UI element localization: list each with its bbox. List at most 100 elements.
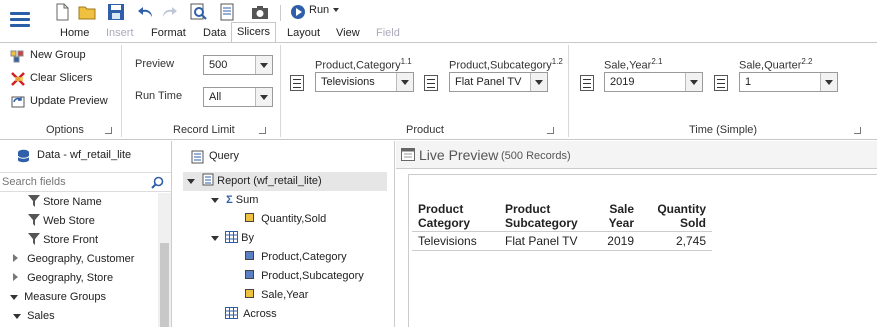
save-icon[interactable] — [107, 3, 125, 21]
tree-item-label: Web Store — [43, 215, 95, 227]
category-slicer-select[interactable]: Televisions — [315, 72, 414, 92]
table-cell: Flat Panel TV — [499, 231, 594, 251]
tree-item-sales[interactable]: Sales — [13, 307, 55, 326]
collapse-icon[interactable] — [211, 236, 219, 241]
menu-icon[interactable] — [10, 12, 30, 28]
query-panel-title: Query — [209, 150, 239, 162]
chevron-down-icon[interactable] — [685, 73, 702, 91]
subcategory-slicer-index: 1.2 — [551, 57, 563, 66]
query-by-node[interactable]: By — [211, 229, 254, 248]
new-group-button[interactable]: New Group — [30, 49, 86, 61]
tab-view[interactable]: View — [336, 24, 360, 42]
tab-home[interactable]: Home — [60, 24, 89, 42]
product-launcher-icon[interactable] — [547, 127, 554, 134]
table-row: Televisions Flat Panel TV 2019 2,745 — [412, 231, 712, 251]
collapse-icon[interactable] — [211, 198, 219, 203]
tab-format[interactable]: Format — [151, 24, 186, 42]
chevron-down-icon[interactable] — [396, 73, 413, 91]
tree-item-geography-customer[interactable]: Geography, Customer — [13, 250, 134, 269]
tree-item-label: Store Front — [43, 234, 99, 246]
collapse-icon[interactable] — [187, 179, 195, 184]
scrollbar[interactable] — [158, 193, 171, 327]
open-folder-icon[interactable] — [78, 3, 96, 21]
table-cell: 2,745 — [640, 231, 712, 251]
tab-layout[interactable]: Layout — [287, 24, 320, 42]
expand-icon[interactable] — [13, 254, 18, 262]
live-preview-panel: Live Preview (500 Records) Product Catego… — [396, 141, 877, 327]
year-slicer-select[interactable]: 2019 — [604, 72, 703, 92]
new-document-icon[interactable] — [53, 3, 71, 21]
chevron-down-icon[interactable] — [530, 73, 547, 91]
query-icon — [191, 150, 204, 164]
search-input[interactable] — [2, 174, 147, 190]
chevron-down-icon[interactable] — [255, 56, 272, 74]
tree-item-measure-groups[interactable]: Measure Groups — [10, 288, 106, 307]
tree-item-label: Measure Groups — [24, 291, 106, 303]
table-cell: Televisions — [412, 231, 499, 251]
expand-icon[interactable] — [13, 273, 18, 281]
document-icon[interactable] — [218, 3, 236, 21]
query-quantity-sold-node[interactable]: Quantity,Sold — [245, 210, 326, 229]
toolbar-divider — [280, 5, 281, 21]
print-preview-icon[interactable] — [189, 3, 207, 21]
tree-item-web-store[interactable]: Web Store — [28, 212, 95, 231]
year-slicer-handle-icon[interactable] — [580, 75, 594, 91]
tree-item-geography-store[interactable]: Geography, Store — [13, 269, 113, 288]
quarter-slicer-handle-icon[interactable] — [714, 75, 728, 91]
tab-field[interactable]: Field — [376, 24, 400, 42]
time-launcher-icon[interactable] — [854, 127, 861, 134]
subcategory-slicer-select[interactable]: Flat Panel TV — [449, 72, 548, 92]
new-group-icon — [10, 50, 24, 63]
chevron-down-icon[interactable] — [820, 73, 837, 91]
tree-item-store-name[interactable]: Store Name — [28, 193, 102, 212]
scrollbar-thumb[interactable] — [160, 243, 169, 327]
subcategory-slicer-value: Flat Panel TV — [455, 76, 522, 88]
options-launcher-icon[interactable] — [105, 127, 112, 134]
tree-item-label: Store Name — [43, 196, 102, 208]
search-icon[interactable] — [151, 176, 164, 189]
search-field[interactable] — [0, 172, 171, 192]
ribbon: New Group Clear Slicers Update Preview O… — [0, 42, 877, 140]
quarter-slicer-label: Sale,Quarter2.2 — [739, 57, 813, 72]
run-button[interactable]: Run — [309, 4, 329, 16]
run-time-select[interactable]: All — [203, 87, 273, 107]
database-icon — [17, 149, 30, 163]
run-icon[interactable] — [290, 3, 308, 21]
update-preview-button[interactable]: Update Preview — [30, 95, 108, 107]
query-node-label: Product,Category — [261, 251, 347, 263]
dimension-field-icon — [245, 251, 254, 260]
query-report-node[interactable]: Report (wf_retail_lite) — [187, 172, 322, 191]
redo-icon[interactable] — [160, 3, 178, 21]
tab-slicers[interactable]: Slicers — [231, 22, 277, 43]
clear-slicers-button[interactable]: Clear Slicers — [30, 72, 92, 84]
chevron-down-icon[interactable] — [255, 88, 272, 106]
record-limit-launcher-icon[interactable] — [259, 127, 266, 134]
tab-data[interactable]: Data — [203, 24, 226, 42]
category-slicer-handle-icon[interactable] — [290, 75, 304, 91]
category-slicer-value: Televisions — [321, 76, 375, 88]
query-product-category-node[interactable]: Product,Category — [245, 248, 347, 267]
subcategory-slicer-handle-icon[interactable] — [424, 75, 438, 91]
query-across-node[interactable]: Across — [225, 305, 277, 324]
tree-item-store-front[interactable]: Store Front — [28, 231, 98, 250]
header-line: Category — [418, 216, 471, 230]
collapse-icon[interactable] — [13, 314, 21, 319]
tab-insert[interactable]: Insert — [106, 24, 134, 42]
run-dropdown-icon[interactable] — [333, 8, 339, 12]
tree-item-label: Geography, Store — [27, 272, 114, 284]
query-sum-node[interactable]: Σ Sum — [211, 191, 258, 210]
camera-icon[interactable] — [251, 3, 269, 21]
quarter-slicer-index: 2.2 — [801, 57, 813, 66]
query-sale-year-node[interactable]: Sale,Year — [245, 286, 308, 305]
preview-limit-select[interactable]: 500 — [203, 55, 273, 75]
query-node-label: Product,Subcategory — [261, 270, 364, 282]
quarter-slicer-select[interactable]: 1 — [739, 72, 838, 92]
undo-icon[interactable] — [137, 3, 155, 21]
subcategory-slicer-label-text: Product,Subcategory — [449, 59, 552, 72]
preview-table: Product Category Product Subcategory Sale Y… — [412, 201, 712, 251]
collapse-icon[interactable] — [10, 295, 18, 300]
column-header: Quantity Sold — [640, 201, 712, 232]
tree-item-label: Sales — [27, 310, 55, 322]
query-product-subcategory-node[interactable]: Product,Subcategory — [245, 267, 364, 286]
subcategory-slicer-label: Product,Subcategory1.2 — [449, 57, 563, 72]
